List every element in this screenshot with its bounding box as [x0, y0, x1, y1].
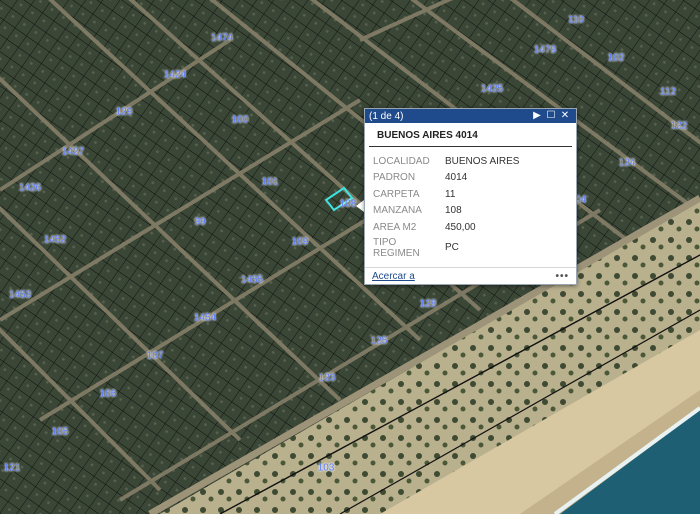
- block-label: 108: [339, 198, 357, 210]
- attribute-value: PC: [445, 242, 459, 253]
- block-label: 1453: [8, 289, 32, 301]
- close-icon[interactable]: ✕: [558, 109, 572, 123]
- attribute-row: PADRON 4014: [373, 170, 519, 187]
- attribute-value: 450,00: [445, 221, 476, 233]
- block-label: 1455: [240, 274, 264, 286]
- popup-pointer: [356, 200, 364, 212]
- block-label: 99: [194, 216, 206, 228]
- popup-header: (1 de 4) ▶ ☐ ✕: [365, 109, 576, 123]
- block-label: 109: [291, 236, 309, 248]
- popup-footer: Acercar a •••: [365, 267, 576, 284]
- popup-title: BUENOS AIRES 4014: [369, 123, 572, 147]
- block-label: 102: [607, 52, 625, 64]
- block-label: 1424: [163, 69, 187, 81]
- popup-counter: (1 de 4): [369, 110, 404, 122]
- more-actions-icon[interactable]: •••: [555, 271, 569, 282]
- block-label: 123: [318, 372, 336, 384]
- zoom-to-link[interactable]: Acercar a: [372, 271, 555, 282]
- next-feature-icon[interactable]: ▶: [530, 109, 544, 123]
- attribute-row: MANZANA 108: [373, 203, 519, 220]
- block-label: 121: [3, 462, 21, 474]
- attribute-key: AREA M2: [373, 221, 417, 233]
- block-label: 107: [146, 350, 164, 362]
- block-label: 1426: [18, 182, 42, 194]
- attribute-row: LOCALIDAD BUENOS AIRES: [373, 153, 519, 170]
- attribute-value: 11: [445, 188, 456, 200]
- block-label: 110: [568, 14, 584, 26]
- block-label: 103: [317, 462, 335, 474]
- attribute-key: PADRON: [373, 172, 416, 184]
- block-label: 1452: [43, 234, 67, 246]
- attribute-row: AREA M2 450,00: [373, 219, 519, 236]
- attribute-key: MANZANA: [373, 205, 422, 217]
- block-label: 128: [419, 298, 437, 310]
- block-label: 124: [618, 157, 636, 169]
- attribute-row: TIPO REGIMEN PC: [373, 236, 519, 260]
- block-label: 106: [99, 388, 117, 400]
- block-label: 100: [231, 114, 249, 126]
- block-label: 1474: [210, 32, 234, 44]
- block-label: 101: [261, 176, 279, 188]
- block-label: 122: [670, 120, 688, 132]
- attribute-row: CARPETA 11: [373, 186, 519, 203]
- attribute-value: 4014: [445, 172, 468, 184]
- block-label: 112: [660, 86, 676, 98]
- map-canvas[interactable]: [0, 0, 700, 514]
- attribute-key: LOCALIDAD: [373, 155, 430, 167]
- block-label: 129: [115, 106, 133, 118]
- block-label: 125: [370, 335, 388, 347]
- attribute-key: CARPETA: [373, 188, 420, 200]
- maximize-icon[interactable]: ☐: [544, 109, 558, 123]
- block-label: 1425: [480, 83, 504, 95]
- attribute-table: LOCALIDAD BUENOS AIRES PADRON 4014 CARPETA…: [373, 153, 519, 260]
- block-label: 1427: [61, 146, 85, 158]
- attribute-value: 108: [445, 205, 462, 217]
- block-label: 1454: [193, 312, 217, 324]
- feature-popup: (1 de 4) ▶ ☐ ✕ BUENOS AIRES 4014 LOCALID…: [364, 108, 577, 285]
- attribute-key: TIPO REGIMEN: [373, 236, 420, 259]
- attribute-value: BUENOS AIRES: [445, 155, 520, 167]
- block-label: 1479: [533, 44, 557, 56]
- block-label: 105: [51, 426, 69, 438]
